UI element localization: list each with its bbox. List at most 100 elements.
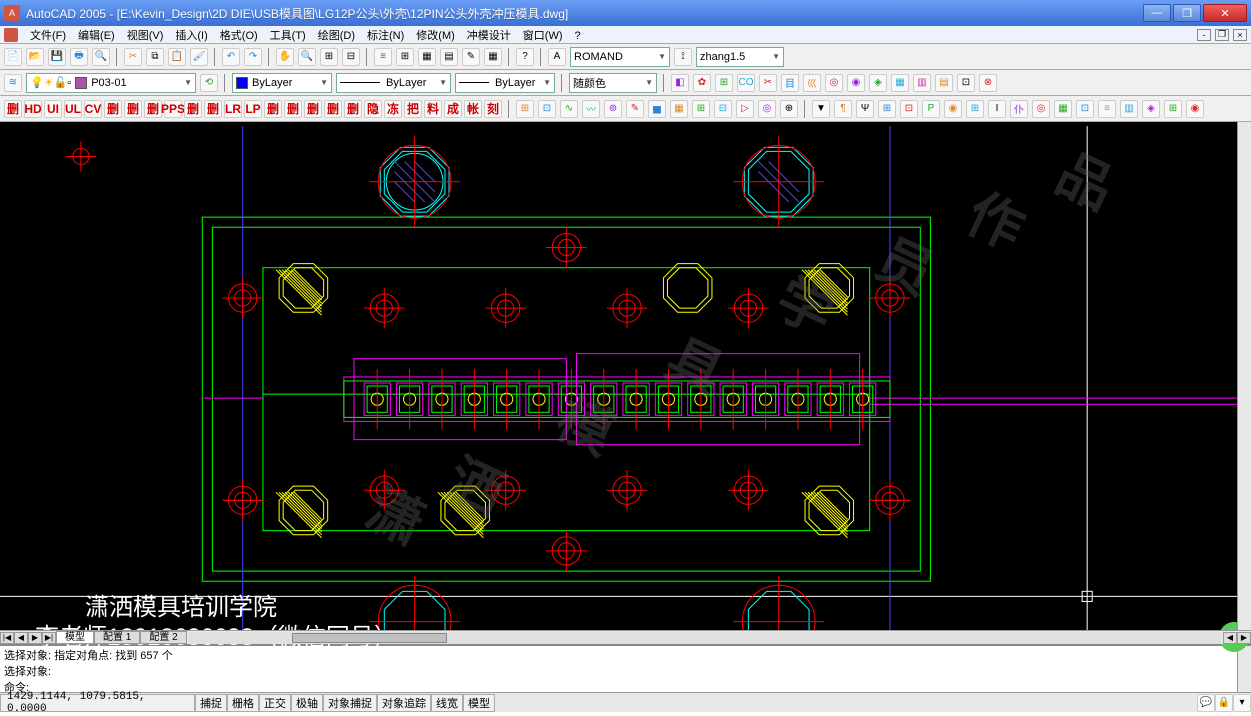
die-icon-11[interactable]: ▷ — [736, 100, 754, 118]
die-icon-21[interactable]: ⊞ — [966, 100, 984, 118]
pan-button[interactable]: ✋ — [276, 48, 294, 66]
die-icon-30[interactable]: ⊞ — [1164, 100, 1182, 118]
vertical-scrollbar[interactable] — [1237, 122, 1251, 630]
preview-button[interactable]: 🔍 — [92, 48, 110, 66]
layer-prev-button[interactable]: ⟲ — [200, 74, 218, 92]
hscroll-right-button[interactable]: ▶ — [1237, 632, 1251, 644]
horizontal-scrollbar[interactable]: |◀ ◀ ▶ ▶| 模型配置 1配置 2 ◀ ▶ — [0, 630, 1251, 644]
die-icon-10[interactable]: ⊟ — [714, 100, 732, 118]
dimstyle-icon[interactable]: ⟟ — [674, 48, 692, 66]
close-button[interactable]: ✕ — [1203, 4, 1247, 22]
zoom-button[interactable]: 🔍 — [298, 48, 316, 66]
redo-button[interactable]: ↷ — [244, 48, 262, 66]
custom-icon-9[interactable]: ◈ — [869, 74, 887, 92]
custom-icon-6[interactable]: 巛 — [803, 74, 821, 92]
die-icon-16[interactable]: Ψ — [856, 100, 874, 118]
status-toggle-0[interactable]: 捕捉 — [195, 694, 227, 712]
toolpalette-button[interactable]: ▦ — [418, 48, 436, 66]
sheetset-button[interactable]: ▤ — [440, 48, 458, 66]
die-icon-29[interactable]: ◈ — [1142, 100, 1160, 118]
tab-first-button[interactable]: |◀ — [0, 632, 14, 644]
markup-button[interactable]: ✎ — [462, 48, 480, 66]
plot-button[interactable]: 🖶 — [70, 48, 88, 66]
minimize-button[interactable]: — — [1143, 4, 1171, 22]
mdi-restore-button[interactable]: ❐ — [1215, 29, 1229, 41]
status-icon-lock[interactable]: 🔒 — [1215, 694, 1233, 712]
custom-icon-14[interactable]: ⊗ — [979, 74, 997, 92]
properties-button[interactable]: ≡ — [374, 48, 392, 66]
text-btn-20[interactable]: 把 — [404, 100, 422, 118]
cut-button[interactable]: ✂ — [124, 48, 142, 66]
custom-icon-1[interactable]: ◧ — [671, 74, 689, 92]
matchprop-button[interactable]: 🖌 — [190, 48, 208, 66]
drawing-area[interactable]: 潇洒模具学员作品 潇洒模具培训学院 李老师13018636633（微信同号） 3… — [0, 122, 1251, 644]
die-icon-6[interactable]: ✎ — [626, 100, 644, 118]
copy-button[interactable]: ⧉ — [146, 48, 164, 66]
menu-1[interactable]: 编辑(E) — [72, 29, 121, 43]
hscroll-track[interactable] — [189, 632, 1221, 644]
help-button[interactable]: ? — [516, 48, 534, 66]
menu-10[interactable]: 窗口(W) — [517, 29, 569, 43]
tab-last-button[interactable]: ▶| — [42, 632, 56, 644]
status-toggle-3[interactable]: 极轴 — [291, 694, 323, 712]
text-btn-9[interactable]: 删 — [184, 100, 202, 118]
status-toggle-5[interactable]: 对象追踪 — [377, 694, 431, 712]
menu-6[interactable]: 绘图(D) — [312, 29, 361, 43]
save-button[interactable]: 💾 — [48, 48, 66, 66]
custom-icon-10[interactable]: ▦ — [891, 74, 909, 92]
status-toggle-6[interactable]: 线宽 — [431, 694, 463, 712]
designcenter-button[interactable]: ⊞ — [396, 48, 414, 66]
undo-button[interactable]: ↶ — [222, 48, 240, 66]
menu-8[interactable]: 修改(M) — [410, 29, 461, 43]
die-icon-4[interactable]: 〰 — [582, 100, 600, 118]
text-btn-12[interactable]: LP — [244, 100, 262, 118]
die-icon-28[interactable]: ▥ — [1120, 100, 1138, 118]
die-icon-27[interactable]: ≡ — [1098, 100, 1116, 118]
die-icon-31[interactable]: ◉ — [1186, 100, 1204, 118]
die-icon-19[interactable]: P — [922, 100, 940, 118]
text-btn-5[interactable]: 删 — [104, 100, 122, 118]
text-btn-2[interactable]: UI — [44, 100, 62, 118]
lineweight-combo[interactable]: ByLayer ▼ — [455, 73, 555, 93]
text-btn-18[interactable]: 隐 — [364, 100, 382, 118]
die-icon-8[interactable]: ▦ — [670, 100, 688, 118]
mdi-minimize-button[interactable]: - — [1197, 29, 1211, 41]
status-toggle-1[interactable]: 栅格 — [227, 694, 259, 712]
doc-icon[interactable] — [4, 28, 18, 42]
die-icon-26[interactable]: ⊡ — [1076, 100, 1094, 118]
die-icon-13[interactable]: ⊕ — [780, 100, 798, 118]
qcalc-button[interactable]: ▦ — [484, 48, 502, 66]
menu-11[interactable]: ? — [569, 29, 587, 43]
status-icon-tray[interactable]: ▾ — [1233, 694, 1251, 712]
menu-4[interactable]: 格式(O) — [214, 29, 264, 43]
zoom-window-button[interactable]: ⊞ — [320, 48, 338, 66]
paste-button[interactable]: 📋 — [168, 48, 186, 66]
zoom-prev-button[interactable]: ⊟ — [342, 48, 360, 66]
die-icon-25[interactable]: ▦ — [1054, 100, 1072, 118]
status-toggle-2[interactable]: 正交 — [259, 694, 291, 712]
menu-5[interactable]: 工具(T) — [264, 29, 312, 43]
die-icon-1[interactable]: ⊞ — [516, 100, 534, 118]
layout-tab-2[interactable]: 配置 2 — [140, 631, 186, 644]
text-btn-24[interactable]: 刻 — [484, 100, 502, 118]
custom-icon-3[interactable]: ⊞ — [715, 74, 733, 92]
text-btn-8[interactable]: PPS — [164, 100, 182, 118]
tab-prev-button[interactable]: ◀ — [14, 632, 28, 644]
cmd-scrollbar[interactable] — [1237, 646, 1251, 692]
custom-icon-2[interactable]: ✿ — [693, 74, 711, 92]
die-icon-22[interactable]: I — [988, 100, 1006, 118]
status-toggle-7[interactable]: 模型 — [463, 694, 495, 712]
status-icon-comm[interactable]: 💬 — [1197, 694, 1215, 712]
die-icon-20[interactable]: ◉ — [944, 100, 962, 118]
menu-3[interactable]: 插入(I) — [169, 29, 213, 43]
text-btn-4[interactable]: CV — [84, 100, 102, 118]
layer-combo[interactable]: 💡☀🔓▫ P03-01 ▼ — [26, 73, 196, 93]
text-btn-3[interactable]: UL — [64, 100, 82, 118]
open-button[interactable]: 📂 — [26, 48, 44, 66]
text-btn-22[interactable]: 成 — [444, 100, 462, 118]
text-btn-19[interactable]: 冻 — [384, 100, 402, 118]
text-btn-11[interactable]: LR — [224, 100, 242, 118]
status-toggle-4[interactable]: 对象捕捉 — [323, 694, 377, 712]
hscroll-left-button[interactable]: ◀ — [1223, 632, 1237, 644]
text-btn-7[interactable]: 删 — [144, 100, 162, 118]
